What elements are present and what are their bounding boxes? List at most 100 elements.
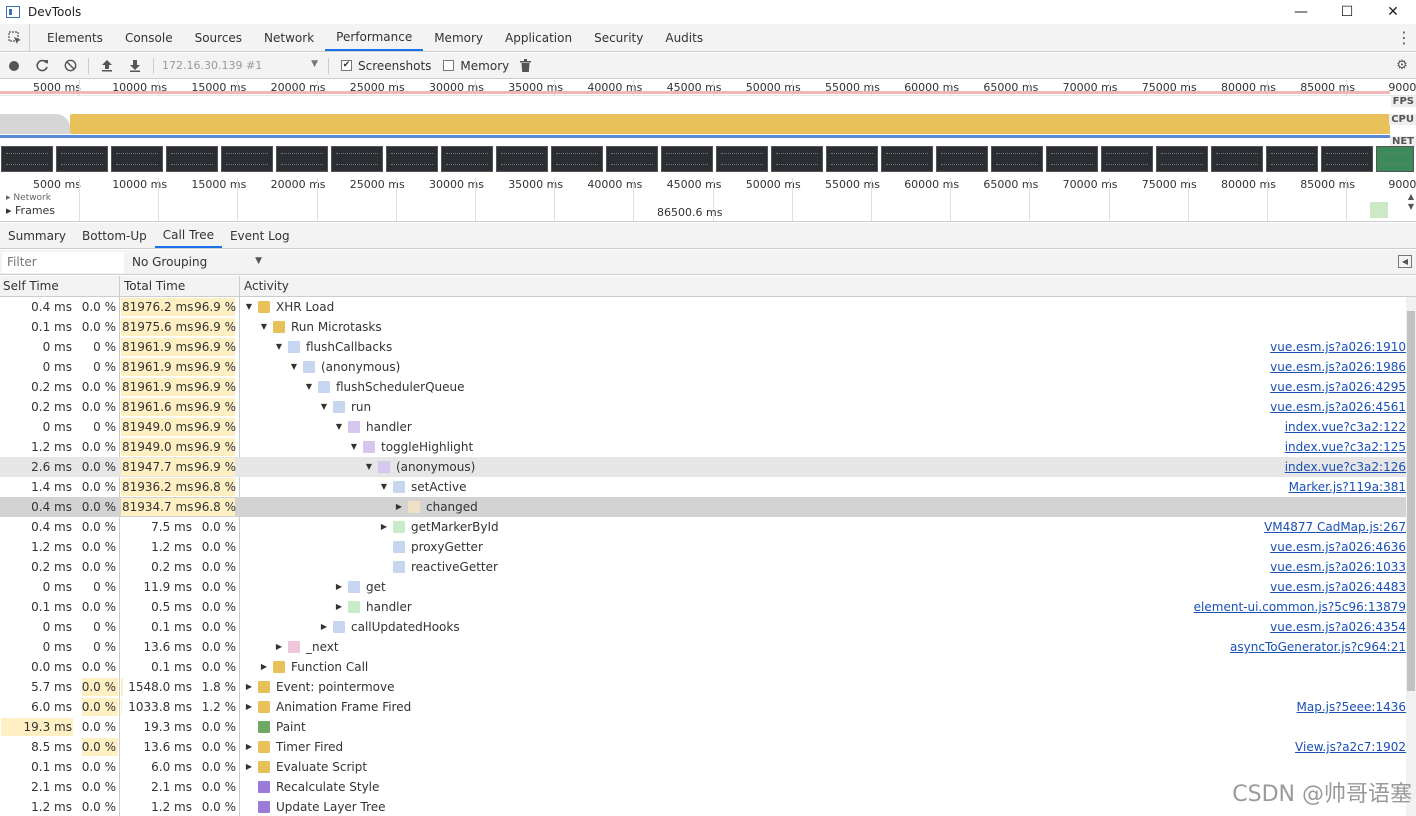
source-link[interactable]: vue.esm.js?a026:1910 xyxy=(1270,337,1406,357)
collapsed-triangle-icon[interactable]: ▶ xyxy=(243,757,255,777)
grid-scrollbar[interactable] xyxy=(1406,297,1416,816)
close-icon[interactable]: ✕ xyxy=(1370,0,1416,24)
timeline-overview[interactable]: 5000 ms 10000 ms 15000 ms 20000 ms 25000 ms 3… xyxy=(0,80,1416,222)
tab-summary[interactable]: Summary xyxy=(0,223,74,248)
table-row[interactable]: 0.1 ms 0.0 % 81975.6 ms 96.9 % ▼ Run Microtas… xyxy=(0,317,1406,337)
screenshot-thumbnail[interactable] xyxy=(551,146,603,172)
collapsed-triangle-icon[interactable]: ▶ xyxy=(318,617,330,637)
network-track-label[interactable]: ▸ Network xyxy=(6,193,51,202)
table-row[interactable]: 0 ms 0 % 81961.9 ms 96.9 % ▼ flushCallbacks vu… xyxy=(0,337,1406,357)
table-row[interactable]: 0.4 ms 0.0 % 81976.2 ms 96.9 % ▼ XHR Load xyxy=(0,297,1406,317)
screenshot-thumbnail[interactable] xyxy=(56,146,108,172)
collapsed-triangle-icon[interactable]: ▶ xyxy=(333,597,345,617)
inspect-element-icon[interactable] xyxy=(0,24,30,51)
expanded-triangle-icon[interactable]: ▼ xyxy=(378,477,390,497)
tab-sources[interactable]: Sources xyxy=(184,24,253,51)
screenshot-thumbnail[interactable] xyxy=(991,146,1043,172)
table-row[interactable]: 0.2 ms 0.0 % 0.2 ms 0.0 % reactiveGetter vue.… xyxy=(0,557,1406,577)
total-time-header[interactable]: Total Time xyxy=(121,276,185,297)
source-link[interactable]: vue.esm.js?a026:4483 xyxy=(1270,577,1406,597)
table-row[interactable]: 0 ms 0 % 81961.9 ms 96.9 % ▼ (anonymous) vue.e… xyxy=(0,357,1406,377)
table-row[interactable]: 1.4 ms 0.0 % 81936.2 ms 96.8 % ▼ setActive Mar… xyxy=(0,477,1406,497)
table-row[interactable]: 1.2 ms 0.0 % 1.2 ms 0.0 % Update Layer Tree xyxy=(0,797,1406,816)
source-link[interactable]: vue.esm.js?a026:4295 xyxy=(1270,377,1406,397)
screenshot-thumbnail[interactable] xyxy=(936,146,988,172)
table-row[interactable]: 0.1 ms 0.0 % 6.0 ms 0.0 % ▶ Evaluate Script xyxy=(0,757,1406,777)
table-row[interactable]: 0.4 ms 0.0 % 7.5 ms 0.0 % ▶ getMarkerById VM48… xyxy=(0,517,1406,537)
tab-security[interactable]: Security xyxy=(583,24,654,51)
table-row[interactable]: 6.0 ms 0.0 % 1033.8 ms 1.2 % ▶ Animation Fram… xyxy=(0,697,1406,717)
tab-event-log[interactable]: Event Log xyxy=(222,223,298,248)
screenshot-thumbnail[interactable] xyxy=(1046,146,1098,172)
source-link[interactable]: index.vue?c3a2:122 xyxy=(1285,417,1406,437)
filter-input[interactable] xyxy=(2,251,124,273)
table-row[interactable]: 0 ms 0 % 11.9 ms 0.0 % ▶ get vue.esm.js?a026:4… xyxy=(0,577,1406,597)
source-link[interactable]: vue.esm.js?a026:4636 xyxy=(1270,537,1406,557)
tab-elements[interactable]: Elements xyxy=(36,24,114,51)
tab-memory[interactable]: Memory xyxy=(423,24,494,51)
scrollbar-thumb[interactable] xyxy=(1407,311,1415,691)
collapsed-triangle-icon[interactable]: ▶ xyxy=(273,637,285,657)
table-row[interactable]: 0.2 ms 0.0 % 81961.6 ms 96.9 % ▼ run vue.esm.j… xyxy=(0,397,1406,417)
source-link[interactable]: element-ui.common.js?5c96:13879 xyxy=(1194,597,1406,617)
expanded-triangle-icon[interactable]: ▼ xyxy=(243,297,255,317)
screenshot-thumbnail[interactable] xyxy=(276,146,328,172)
tab-bottom-up[interactable]: Bottom-Up xyxy=(74,223,155,248)
table-row[interactable]: 0.1 ms 0.0 % 0.5 ms 0.0 % ▶ handler element-ui… xyxy=(0,597,1406,617)
collapsed-triangle-icon[interactable]: ▶ xyxy=(258,657,270,677)
clear-icon[interactable] xyxy=(56,53,84,79)
screenshot-thumbnail[interactable] xyxy=(826,146,878,172)
screenshot-thumbnail[interactable] xyxy=(496,146,548,172)
screenshot-thumbnail[interactable] xyxy=(111,146,163,172)
tab-console[interactable]: Console xyxy=(114,24,184,51)
screenshot-thumbnail[interactable] xyxy=(771,146,823,172)
table-row[interactable]: 0 ms 0 % 0.1 ms 0.0 % ▶ callUpdatedHooks vue.e… xyxy=(0,617,1406,637)
source-link[interactable]: vue.esm.js?a026:4354 xyxy=(1270,617,1406,637)
expanded-triangle-icon[interactable]: ▼ xyxy=(258,317,270,337)
toggle-sidebar-icon[interactable]: ◀ xyxy=(1398,255,1412,268)
source-link[interactable]: View.js?a2c7:1902 xyxy=(1295,737,1406,757)
frames-track-label[interactable]: ▸ Frames xyxy=(6,204,55,217)
source-link[interactable]: index.vue?c3a2:125 xyxy=(1285,437,1406,457)
load-profile-icon[interactable] xyxy=(93,53,121,79)
source-link[interactable]: Marker.js?119a:381 xyxy=(1289,477,1406,497)
maximize-icon[interactable]: ☐ xyxy=(1324,0,1370,24)
reload-profile-icon[interactable] xyxy=(28,53,56,79)
memory-checkbox[interactable]: Memory xyxy=(443,59,509,73)
trash-icon[interactable] xyxy=(511,53,539,79)
tab-performance[interactable]: Performance xyxy=(325,24,424,51)
source-link[interactable]: asyncToGenerator.js?c964:21 xyxy=(1230,637,1406,657)
table-row[interactable]: 0.2 ms 0.0 % 81961.9 ms 96.9 % ▼ flushSchedul… xyxy=(0,377,1406,397)
tab-call-tree[interactable]: Call Tree xyxy=(154,223,222,248)
self-time-header[interactable]: Self Time xyxy=(0,276,59,297)
screenshot-thumbnail[interactable] xyxy=(716,146,768,172)
tab-application[interactable]: Application xyxy=(494,24,583,51)
expanded-triangle-icon[interactable]: ▼ xyxy=(333,417,345,437)
expanded-triangle-icon[interactable]: ▼ xyxy=(363,457,375,477)
table-row[interactable]: 0.0 ms 0.0 % 0.1 ms 0.0 % ▶ Function Call xyxy=(0,657,1406,677)
screenshot-thumbnail[interactable] xyxy=(1156,146,1208,172)
screenshot-thumbnail[interactable] xyxy=(166,146,218,172)
tab-audits[interactable]: Audits xyxy=(654,24,714,51)
more-options-icon[interactable]: ⋮ xyxy=(1396,28,1412,47)
screenshot-thumbnail[interactable] xyxy=(606,146,658,172)
screenshot-thumbnail[interactable] xyxy=(1211,146,1263,172)
record-icon[interactable] xyxy=(0,53,28,79)
expanded-triangle-icon[interactable]: ▼ xyxy=(288,357,300,377)
source-link[interactable]: index.vue?c3a2:126 xyxy=(1285,457,1406,477)
table-row[interactable]: 0.4 ms 0.0 % 81934.7 ms 96.8 % ▶ changed xyxy=(0,497,1406,517)
gear-icon[interactable]: ⚙ xyxy=(1388,53,1416,79)
screenshots-checkbox[interactable]: ✔ Screenshots xyxy=(341,59,431,73)
source-link[interactable]: Map.js?5eee:1436 xyxy=(1297,697,1406,717)
screenshot-thumbnail[interactable] xyxy=(1,146,53,172)
screenshot-thumbnail[interactable] xyxy=(1101,146,1153,172)
table-row[interactable]: 0 ms 0 % 13.6 ms 0.0 % ▶ _next asyncToGenerato… xyxy=(0,637,1406,657)
screenshot-thumbnail[interactable] xyxy=(441,146,493,172)
collapsed-triangle-icon[interactable]: ▶ xyxy=(333,577,345,597)
expanded-triangle-icon[interactable]: ▼ xyxy=(273,337,285,357)
minimize-icon[interactable]: — xyxy=(1278,0,1324,24)
collapsed-triangle-icon[interactable]: ▶ xyxy=(243,737,255,757)
tab-network[interactable]: Network xyxy=(253,24,325,51)
screenshot-thumbnail[interactable] xyxy=(1321,146,1373,172)
collapsed-triangle-icon[interactable]: ▶ xyxy=(393,497,405,517)
